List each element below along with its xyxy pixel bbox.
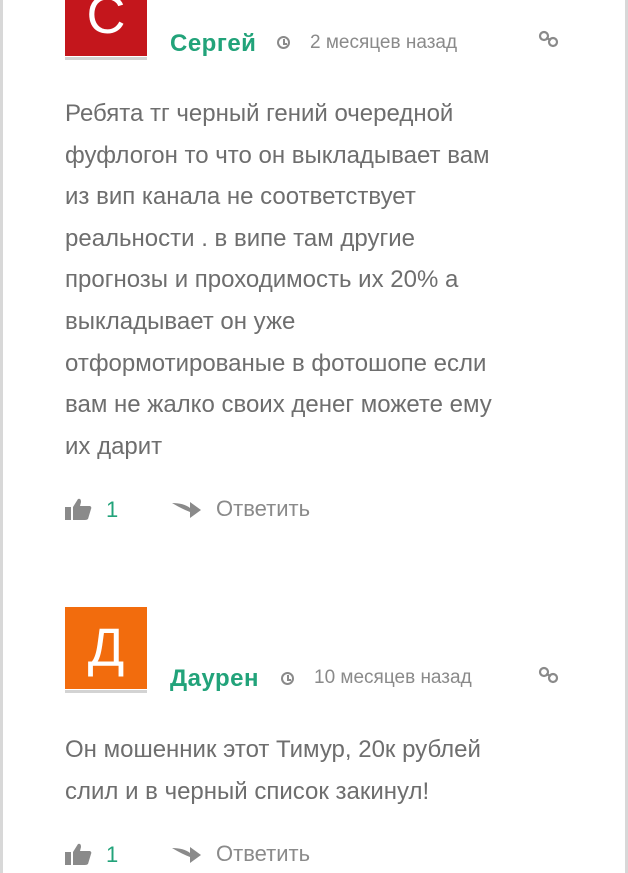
comment-line: вам не жалко своих денег можете ему [65,391,492,419]
comment-line: слил и в черный список закинул! [65,777,430,805]
comment-line: из вип канала не соответствует [65,183,416,211]
thumbs-up-icon[interactable] [65,498,92,520]
comment-author[interactable]: Даурен [170,665,259,693]
avatar-letter: Д [87,618,125,678]
avatar: С [65,0,147,60]
comment-date[interactable]: 10 месяцев назад [314,667,472,689]
link-icon[interactable] [538,666,560,684]
comment-line: реальности . в випе там другие [65,224,415,252]
like-count: 1 [106,842,119,867]
comment-line: выкладывает он уже [65,307,296,335]
comment-line: отформотированые в фотошопе если [65,349,487,377]
comment-author[interactable]: Сергей [170,30,256,58]
clock-icon [277,36,290,49]
reply-arrow-icon[interactable] [170,499,202,519]
comment-line: Ребята тг черный гений очередной [65,100,454,127]
clock-icon [281,672,294,685]
like-count: 1 [106,497,119,522]
avatar-letter: С [86,0,126,45]
comment-line: прогнозы и проходимость их 20% а [65,266,459,294]
reply-button[interactable]: Ответить [216,496,310,522]
comment-text: Он мошенник этот Тимур, 20к рублей слил … [65,729,565,812]
comment-line: фуфлогон то что он выкладывает вам [65,141,490,169]
comment-date[interactable]: 2 месяцев назад [310,32,457,54]
avatar: Д [65,607,147,693]
reply-arrow-icon[interactable] [170,844,202,864]
comment-line: их дарит [65,432,163,460]
left-border [0,0,3,873]
thumbs-up-icon[interactable] [65,843,92,865]
reply-button[interactable]: Ответить [216,841,310,867]
link-icon[interactable] [538,30,560,48]
comment-line: Он мошенник этот Тимур, 20к рублей [65,736,481,763]
comment-text: Ребята тг черный гений очередной фуфлого… [65,93,565,467]
